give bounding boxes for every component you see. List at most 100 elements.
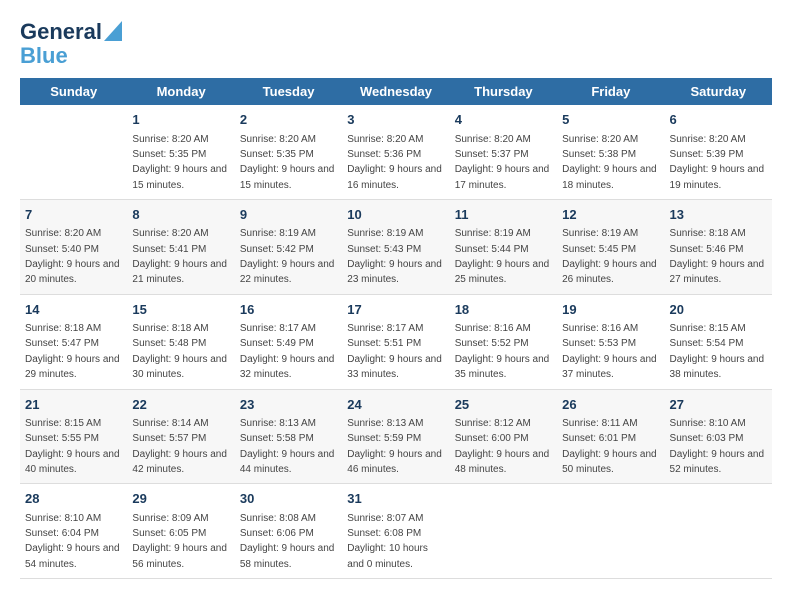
calendar-cell: 9 Sunrise: 8:19 AMSunset: 5:42 PMDayligh… [235, 200, 342, 295]
weekday-header-friday: Friday [557, 78, 664, 105]
calendar-cell: 20 Sunrise: 8:15 AMSunset: 5:54 PMDaylig… [665, 294, 772, 389]
day-info: Sunrise: 8:07 AMSunset: 6:08 PMDaylight:… [347, 513, 428, 570]
calendar-cell: 17 Sunrise: 8:17 AMSunset: 5:51 PMDaylig… [342, 294, 449, 389]
day-info: Sunrise: 8:17 AMSunset: 5:49 PMDaylight:… [240, 323, 335, 380]
weekday-header-saturday: Saturday [665, 78, 772, 105]
day-number: 4 [455, 111, 552, 129]
calendar-cell: 13 Sunrise: 8:18 AMSunset: 5:46 PMDaylig… [665, 200, 772, 295]
calendar-cell: 5 Sunrise: 8:20 AMSunset: 5:38 PMDayligh… [557, 105, 664, 199]
calendar-cell: 29 Sunrise: 8:09 AMSunset: 6:05 PMDaylig… [127, 484, 234, 579]
day-number: 22 [132, 396, 229, 414]
logo-text-line2: Blue [20, 44, 68, 68]
day-number: 29 [132, 490, 229, 508]
day-info: Sunrise: 8:16 AMSunset: 5:53 PMDaylight:… [562, 323, 657, 380]
day-info: Sunrise: 8:19 AMSunset: 5:44 PMDaylight:… [455, 228, 550, 285]
calendar-cell: 6 Sunrise: 8:20 AMSunset: 5:39 PMDayligh… [665, 105, 772, 199]
day-info: Sunrise: 8:14 AMSunset: 5:57 PMDaylight:… [132, 418, 227, 475]
calendar-cell: 7 Sunrise: 8:20 AMSunset: 5:40 PMDayligh… [20, 200, 127, 295]
day-info: Sunrise: 8:20 AMSunset: 5:39 PMDaylight:… [670, 134, 765, 191]
day-info: Sunrise: 8:15 AMSunset: 5:55 PMDaylight:… [25, 418, 120, 475]
day-info: Sunrise: 8:18 AMSunset: 5:47 PMDaylight:… [25, 323, 120, 380]
calendar-cell: 30 Sunrise: 8:08 AMSunset: 6:06 PMDaylig… [235, 484, 342, 579]
calendar-cell: 1 Sunrise: 8:20 AMSunset: 5:35 PMDayligh… [127, 105, 234, 199]
calendar-cell: 25 Sunrise: 8:12 AMSunset: 6:00 PMDaylig… [450, 389, 557, 484]
logo-text-line1: General [20, 20, 102, 44]
weekday-header-sunday: Sunday [20, 78, 127, 105]
day-number: 13 [670, 206, 767, 224]
day-info: Sunrise: 8:20 AMSunset: 5:41 PMDaylight:… [132, 228, 227, 285]
day-info: Sunrise: 8:12 AMSunset: 6:00 PMDaylight:… [455, 418, 550, 475]
day-number: 7 [25, 206, 122, 224]
calendar-table: SundayMondayTuesdayWednesdayThursdayFrid… [20, 78, 772, 579]
day-number: 10 [347, 206, 444, 224]
calendar-cell: 23 Sunrise: 8:13 AMSunset: 5:58 PMDaylig… [235, 389, 342, 484]
logo: General Blue [20, 20, 122, 68]
calendar-cell: 11 Sunrise: 8:19 AMSunset: 5:44 PMDaylig… [450, 200, 557, 295]
calendar-cell: 18 Sunrise: 8:16 AMSunset: 5:52 PMDaylig… [450, 294, 557, 389]
logo-icon [104, 21, 122, 41]
day-info: Sunrise: 8:18 AMSunset: 5:46 PMDaylight:… [670, 228, 765, 285]
day-number: 3 [347, 111, 444, 129]
day-number: 30 [240, 490, 337, 508]
day-number: 28 [25, 490, 122, 508]
day-number: 31 [347, 490, 444, 508]
weekday-header-thursday: Thursday [450, 78, 557, 105]
day-number: 20 [670, 301, 767, 319]
day-number: 23 [240, 396, 337, 414]
day-number: 27 [670, 396, 767, 414]
calendar-cell: 24 Sunrise: 8:13 AMSunset: 5:59 PMDaylig… [342, 389, 449, 484]
day-number: 15 [132, 301, 229, 319]
calendar-cell: 2 Sunrise: 8:20 AMSunset: 5:35 PMDayligh… [235, 105, 342, 199]
day-info: Sunrise: 8:19 AMSunset: 5:43 PMDaylight:… [347, 228, 442, 285]
weekday-header-wednesday: Wednesday [342, 78, 449, 105]
day-number: 18 [455, 301, 552, 319]
day-info: Sunrise: 8:17 AMSunset: 5:51 PMDaylight:… [347, 323, 442, 380]
day-number: 14 [25, 301, 122, 319]
calendar-cell: 15 Sunrise: 8:18 AMSunset: 5:48 PMDaylig… [127, 294, 234, 389]
calendar-cell [20, 105, 127, 199]
calendar-cell: 12 Sunrise: 8:19 AMSunset: 5:45 PMDaylig… [557, 200, 664, 295]
day-number: 5 [562, 111, 659, 129]
calendar-cell: 21 Sunrise: 8:15 AMSunset: 5:55 PMDaylig… [20, 389, 127, 484]
day-number: 6 [670, 111, 767, 129]
day-info: Sunrise: 8:18 AMSunset: 5:48 PMDaylight:… [132, 323, 227, 380]
day-info: Sunrise: 8:15 AMSunset: 5:54 PMDaylight:… [670, 323, 765, 380]
day-info: Sunrise: 8:20 AMSunset: 5:36 PMDaylight:… [347, 134, 442, 191]
day-info: Sunrise: 8:13 AMSunset: 5:59 PMDaylight:… [347, 418, 442, 475]
day-number: 9 [240, 206, 337, 224]
calendar-cell: 22 Sunrise: 8:14 AMSunset: 5:57 PMDaylig… [127, 389, 234, 484]
weekday-header-tuesday: Tuesday [235, 78, 342, 105]
day-number: 19 [562, 301, 659, 319]
day-info: Sunrise: 8:11 AMSunset: 6:01 PMDaylight:… [562, 418, 657, 475]
day-number: 21 [25, 396, 122, 414]
calendar-cell: 4 Sunrise: 8:20 AMSunset: 5:37 PMDayligh… [450, 105, 557, 199]
day-number: 1 [132, 111, 229, 129]
day-info: Sunrise: 8:10 AMSunset: 6:04 PMDaylight:… [25, 513, 120, 570]
calendar-cell: 8 Sunrise: 8:20 AMSunset: 5:41 PMDayligh… [127, 200, 234, 295]
day-number: 12 [562, 206, 659, 224]
calendar-cell: 28 Sunrise: 8:10 AMSunset: 6:04 PMDaylig… [20, 484, 127, 579]
calendar-cell: 19 Sunrise: 8:16 AMSunset: 5:53 PMDaylig… [557, 294, 664, 389]
day-number: 16 [240, 301, 337, 319]
day-info: Sunrise: 8:10 AMSunset: 6:03 PMDaylight:… [670, 418, 765, 475]
calendar-cell: 31 Sunrise: 8:07 AMSunset: 6:08 PMDaylig… [342, 484, 449, 579]
day-number: 24 [347, 396, 444, 414]
calendar-cell: 26 Sunrise: 8:11 AMSunset: 6:01 PMDaylig… [557, 389, 664, 484]
calendar-cell: 16 Sunrise: 8:17 AMSunset: 5:49 PMDaylig… [235, 294, 342, 389]
week-row-4: 28 Sunrise: 8:10 AMSunset: 6:04 PMDaylig… [20, 484, 772, 579]
calendar-cell [557, 484, 664, 579]
day-number: 26 [562, 396, 659, 414]
day-number: 2 [240, 111, 337, 129]
day-info: Sunrise: 8:09 AMSunset: 6:05 PMDaylight:… [132, 513, 227, 570]
calendar-cell: 3 Sunrise: 8:20 AMSunset: 5:36 PMDayligh… [342, 105, 449, 199]
day-info: Sunrise: 8:20 AMSunset: 5:37 PMDaylight:… [455, 134, 550, 191]
day-info: Sunrise: 8:20 AMSunset: 5:35 PMDaylight:… [132, 134, 227, 191]
day-number: 17 [347, 301, 444, 319]
day-number: 8 [132, 206, 229, 224]
page-header: General Blue [20, 20, 772, 68]
day-info: Sunrise: 8:20 AMSunset: 5:40 PMDaylight:… [25, 228, 120, 285]
calendar-cell: 10 Sunrise: 8:19 AMSunset: 5:43 PMDaylig… [342, 200, 449, 295]
day-info: Sunrise: 8:20 AMSunset: 5:35 PMDaylight:… [240, 134, 335, 191]
week-row-0: 1 Sunrise: 8:20 AMSunset: 5:35 PMDayligh… [20, 105, 772, 199]
calendar-cell [665, 484, 772, 579]
